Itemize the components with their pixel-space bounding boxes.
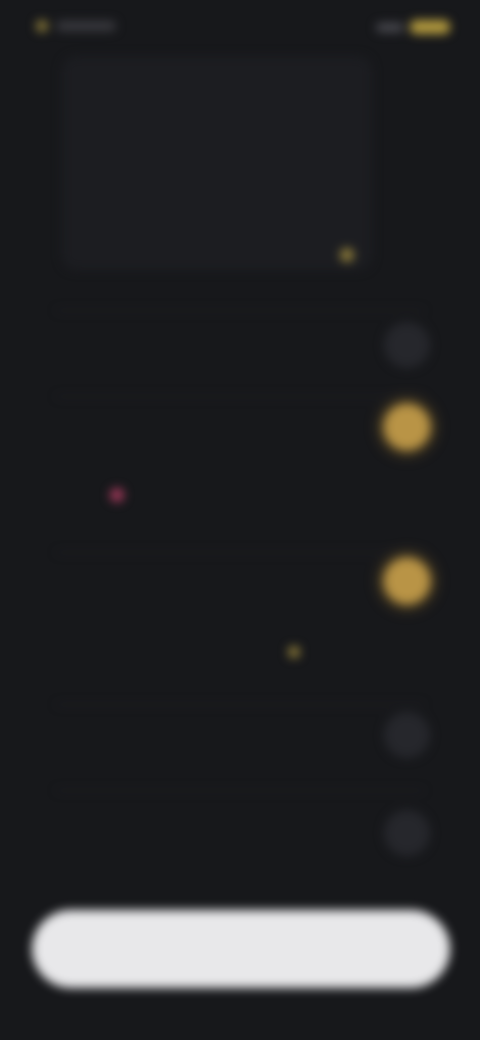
option-toggle[interactable] xyxy=(384,322,430,368)
accent-icon xyxy=(110,488,124,502)
row-divider xyxy=(56,396,424,397)
option-row[interactable] xyxy=(0,790,480,880)
option-toggle[interactable] xyxy=(384,404,430,450)
option-row[interactable] xyxy=(0,552,480,692)
option-toggle[interactable] xyxy=(384,558,430,604)
status-left xyxy=(36,20,116,32)
battery-icon xyxy=(410,20,450,34)
app-indicator-icon xyxy=(36,20,48,32)
blurred-content xyxy=(0,0,480,1040)
status-right xyxy=(376,20,450,34)
subtitle-accent-icon xyxy=(340,248,354,262)
status-bar xyxy=(0,0,480,60)
option-row[interactable] xyxy=(0,396,480,526)
option-toggle[interactable] xyxy=(384,810,430,856)
accent-icon xyxy=(288,646,300,658)
option-toggle[interactable] xyxy=(384,712,430,758)
row-divider xyxy=(56,310,424,311)
signal-icon xyxy=(376,22,404,32)
row-divider xyxy=(56,704,424,705)
continue-button[interactable] xyxy=(32,910,450,988)
row-divider xyxy=(56,790,424,791)
onboarding-screen xyxy=(0,0,480,1040)
option-row[interactable] xyxy=(0,310,480,380)
heading-card xyxy=(62,56,372,270)
status-time xyxy=(56,21,116,31)
row-divider xyxy=(56,552,424,553)
option-row[interactable] xyxy=(0,704,480,774)
